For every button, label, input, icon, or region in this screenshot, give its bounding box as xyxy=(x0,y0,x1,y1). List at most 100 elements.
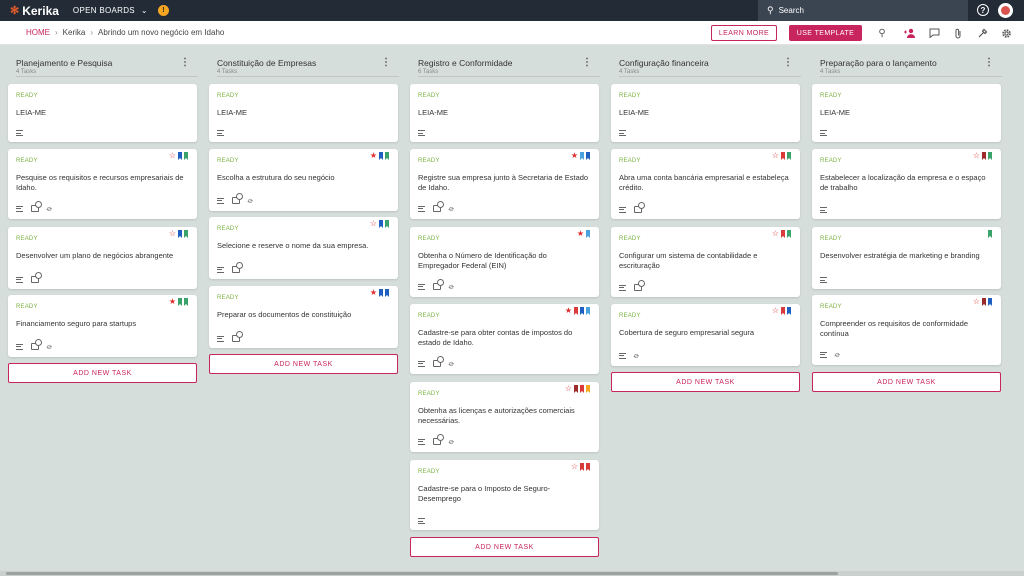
star-outline-icon[interactable]: ☆ xyxy=(169,152,176,160)
column-title[interactable]: Constituição de Empresas xyxy=(217,58,391,68)
column-task-count: 4 Tasks xyxy=(619,69,640,75)
search-icon[interactable]: ⚲ xyxy=(875,26,889,40)
star-filled-icon[interactable]: ★ xyxy=(565,307,572,315)
task-card[interactable]: READY Cadastre-se para o Imposto de Segur… xyxy=(410,460,599,530)
add-new-task-button[interactable]: ADD NEW TASK xyxy=(812,372,1001,392)
task-indicators xyxy=(619,130,626,136)
task-card[interactable]: READY Selecione e reserve o nome da sua e… xyxy=(209,217,398,279)
add-new-task-button[interactable]: ADD NEW TASK xyxy=(209,354,398,374)
task-card[interactable]: READY Financiamento seguro para startups ★… xyxy=(8,295,197,357)
task-card[interactable]: READY Cadastre-se para obter contas de im… xyxy=(410,304,599,374)
task-status: READY xyxy=(16,236,38,242)
task-card[interactable]: READY Configurar um sistema de contabilid… xyxy=(611,227,800,297)
column-task-count: 4 Tasks xyxy=(820,69,841,75)
tag-flag-icon xyxy=(184,152,188,160)
task-card[interactable]: READY Compreender os requisitos de confor… xyxy=(812,295,1001,365)
breadcrumb-home[interactable]: HOME xyxy=(26,28,50,37)
task-card[interactable]: READY Preparar os documentos de constitui… xyxy=(209,286,398,348)
task-card[interactable]: READY Obtenha as licenças e autorizações … xyxy=(410,382,599,452)
star-filled-icon[interactable]: ★ xyxy=(370,289,377,297)
settings-gear-icon[interactable] xyxy=(999,26,1013,40)
star-outline-icon[interactable]: ☆ xyxy=(571,463,578,471)
task-card[interactable]: READY Registre sua empresa junto à Secret… xyxy=(410,149,599,219)
star-outline-icon[interactable]: ☆ xyxy=(772,152,779,160)
breadcrumb-org[interactable]: Kerika xyxy=(63,28,86,37)
star-outline-icon[interactable]: ☆ xyxy=(370,220,377,228)
column-menu-icon[interactable]: ⋮ xyxy=(984,57,994,68)
task-card[interactable]: READY Cobertura de seguro empresarial seg… xyxy=(611,304,800,366)
star-outline-icon[interactable]: ☆ xyxy=(772,230,779,238)
task-title: LEIA-ME xyxy=(820,108,851,117)
horizontal-scrollbar[interactable] xyxy=(0,571,1024,576)
chat-icon[interactable] xyxy=(927,26,941,40)
tag-flag-icon xyxy=(982,152,986,160)
star-outline-icon[interactable]: ☆ xyxy=(772,307,779,315)
task-card[interactable]: READY Escolha a estrutura do seu negócio ★… xyxy=(209,149,398,211)
attachment-icon: ⌀ xyxy=(447,203,456,214)
star-outline-icon[interactable]: ☆ xyxy=(973,152,980,160)
add-person-icon[interactable] xyxy=(903,26,917,40)
attachment-icon[interactable] xyxy=(951,26,965,40)
column-menu-icon[interactable]: ⋮ xyxy=(582,57,592,68)
learn-more-button[interactable]: LEARN MORE xyxy=(711,25,777,41)
star-outline-icon[interactable]: ☆ xyxy=(169,230,176,238)
user-avatar[interactable] xyxy=(998,3,1013,18)
star-outline-icon[interactable]: ☆ xyxy=(565,385,572,393)
task-card[interactable]: READY Estabelecer a localização da empres… xyxy=(812,149,1001,219)
add-new-task-button[interactable]: ADD NEW TASK xyxy=(8,363,197,383)
star-filled-icon[interactable]: ★ xyxy=(571,152,578,160)
task-card[interactable]: READY Desenvolver estratégia de marketing… xyxy=(812,227,1001,289)
column-title[interactable]: Registro e Conformidade xyxy=(418,58,592,68)
task-card[interactable]: READY LEIA-ME xyxy=(611,84,800,142)
description-icon xyxy=(217,197,224,204)
tag-flag-icon xyxy=(580,307,584,315)
tag-flag-icon xyxy=(787,152,791,160)
help-icon[interactable]: ? xyxy=(977,4,989,16)
task-card[interactable]: READY Pesquise os requisitos e recursos e… xyxy=(8,149,197,219)
tag-flag-icon xyxy=(988,230,992,238)
tag-flag-icon xyxy=(982,298,986,306)
column-menu-icon[interactable]: ⋮ xyxy=(783,57,793,68)
task-card[interactable]: READY LEIA-ME xyxy=(8,84,197,142)
column-title[interactable]: Configuração financeira xyxy=(619,58,793,68)
use-template-button[interactable]: USE TEMPLATE xyxy=(789,25,862,41)
column-menu-icon[interactable]: ⋮ xyxy=(381,57,391,68)
task-indicators: ⌀ xyxy=(619,350,641,361)
global-search[interactable]: ⚲ Search xyxy=(758,0,968,21)
breadcrumb-board: Abrindo um novo negócio em Idaho xyxy=(98,28,225,37)
add-new-task-button[interactable]: ADD NEW TASK xyxy=(410,537,599,557)
task-tags: ☆ xyxy=(370,220,389,228)
task-card[interactable]: READY LEIA-ME xyxy=(410,84,599,142)
tools-icon[interactable] xyxy=(975,26,989,40)
column-title[interactable]: Planejamento e Pesquisa xyxy=(16,58,190,68)
star-filled-icon[interactable]: ★ xyxy=(577,230,584,238)
column-menu-icon[interactable]: ⋮ xyxy=(180,57,190,68)
kerika-logo[interactable]: ✻ Kerika xyxy=(10,4,59,18)
search-icon: ⚲ xyxy=(767,5,774,15)
task-tags: ☆ xyxy=(772,307,791,315)
org-badge-icon[interactable]: ! xyxy=(157,5,169,16)
task-card[interactable]: READY Abra uma conta bancária empresarial… xyxy=(611,149,800,219)
add-new-task-button[interactable]: ADD NEW TASK xyxy=(611,372,800,392)
task-card[interactable]: READY Desenvolver um plano de negócios ab… xyxy=(8,227,197,289)
chevron-right-icon: › xyxy=(55,28,58,37)
task-title: Escolha a estrutura do seu negócio xyxy=(217,173,335,182)
task-card[interactable]: READY LEIA-ME xyxy=(209,84,398,142)
star-outline-icon[interactable]: ☆ xyxy=(973,298,980,306)
star-filled-icon[interactable]: ★ xyxy=(370,152,377,160)
checklist-icon xyxy=(232,193,243,204)
task-tags: ☆ xyxy=(973,152,992,160)
logo-text: Kerika xyxy=(22,3,59,18)
task-indicators: ⌀ xyxy=(16,201,54,214)
open-boards-menu[interactable]: OPEN BOARDS ⌄ xyxy=(73,6,148,15)
task-card[interactable]: READY LEIA-ME xyxy=(812,84,1001,142)
task-indicators: ⌀ xyxy=(418,434,456,447)
task-title: LEIA-ME xyxy=(619,108,650,117)
checklist-icon xyxy=(634,202,645,213)
star-filled-icon[interactable]: ★ xyxy=(169,298,176,306)
column-title[interactable]: Preparação para o lançamento xyxy=(820,58,994,68)
description-icon xyxy=(619,284,626,291)
scrollbar-thumb[interactable] xyxy=(6,572,838,575)
column-divider xyxy=(217,76,399,77)
task-card[interactable]: READY Obtenha o Número de Identificação d… xyxy=(410,227,599,297)
